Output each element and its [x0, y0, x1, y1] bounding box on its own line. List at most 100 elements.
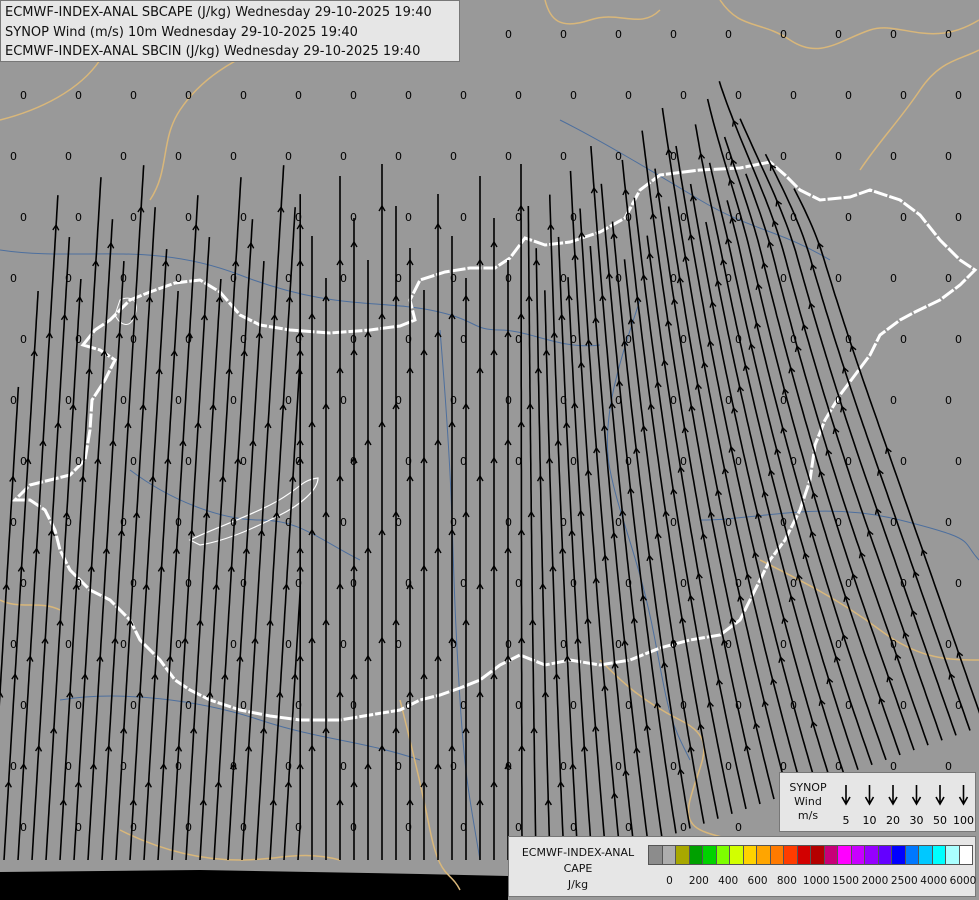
- weather-map: 0 0 0 0 0 0 0 0 0 0 0 0 0 0 0 0 0 0 0 0 0 0 0 0 0 0 0 0 0 0 0 0 0 0 0 0 0 0 0 0…: [0, 0, 979, 900]
- cape-value-label: 0: [295, 821, 302, 834]
- title-line-sbcape: ECMWF-INDEX-ANAL SBCAPE (J/kg) Wednesday…: [5, 5, 432, 20]
- cape-value-label: 0: [350, 821, 357, 834]
- cape-value-label: 0: [395, 150, 402, 163]
- cape-legend-unit: J/kg: [567, 878, 589, 891]
- cape-value-label: 0: [890, 28, 897, 41]
- cape-value-label: 0: [570, 455, 577, 468]
- cape-color-swatch: [756, 845, 771, 865]
- cape-value-label: 0: [670, 760, 677, 773]
- cape-value-label: 0: [725, 394, 732, 407]
- cape-tick-label: 400: [718, 875, 739, 887]
- cape-value-label: 0: [680, 455, 687, 468]
- cape-value-label: 0: [725, 28, 732, 41]
- cape-value-label: 0: [505, 150, 512, 163]
- cape-color-swatch: [742, 845, 757, 865]
- cape-value-label: 0: [615, 638, 622, 651]
- cape-value-label: 0: [560, 516, 567, 529]
- cape-value-label: 0: [230, 272, 237, 285]
- cape-value-label: 0: [75, 333, 82, 346]
- cape-value-label: 0: [75, 455, 82, 468]
- cape-value-label: 0: [900, 455, 907, 468]
- cape-value-label: 0: [350, 577, 357, 590]
- cape-value-label: 0: [75, 211, 82, 224]
- cape-tick-label: 2500: [890, 875, 918, 887]
- cape-value-label: 0: [735, 333, 742, 346]
- cape-value-label: 0: [955, 211, 962, 224]
- cape-value-label: 0: [900, 699, 907, 712]
- cape-value-label: 0: [175, 394, 182, 407]
- cape-value-label: 0: [340, 272, 347, 285]
- cape-value-label: 0: [65, 638, 72, 651]
- cape-value-label: 0: [450, 394, 457, 407]
- cape-value-label: 0: [285, 394, 292, 407]
- cape-value-label: 0: [515, 455, 522, 468]
- wind-legend-speed: 20: [886, 814, 900, 827]
- cape-value-label: 0: [10, 394, 17, 407]
- cape-value-label: 0: [75, 89, 82, 102]
- cape-value-label: 0: [780, 516, 787, 529]
- cape-value-label: 0: [120, 638, 127, 651]
- cape-color-swatch: [810, 845, 825, 865]
- cape-tick-label: 6000: [949, 875, 977, 887]
- cape-value-label: 0: [65, 394, 72, 407]
- wind-legend-speed: 5: [843, 814, 850, 827]
- cape-color-swatch: [877, 845, 892, 865]
- cape-tick-label: 0: [666, 875, 673, 887]
- cape-value-label: 0: [835, 638, 842, 651]
- cape-value-label: 0: [340, 394, 347, 407]
- cape-value-label: 0: [350, 211, 357, 224]
- cape-color-swatch: [823, 845, 838, 865]
- cape-value-label: 0: [460, 211, 467, 224]
- cape-value-label: 0: [20, 699, 27, 712]
- cape-value-label: 0: [175, 150, 182, 163]
- cape-value-label: 0: [570, 333, 577, 346]
- cape-value-label: 0: [625, 211, 632, 224]
- wind-legend-title-wind: Wind: [794, 795, 822, 808]
- cape-value-label: 0: [845, 211, 852, 224]
- cape-color-swatch: [931, 845, 946, 865]
- cape-value-label: 0: [350, 455, 357, 468]
- cape-value-label: 0: [185, 455, 192, 468]
- cape-value-label: 0: [350, 89, 357, 102]
- cape-value-label: 0: [790, 699, 797, 712]
- map-background: [0, 0, 979, 900]
- cape-value-label: 0: [900, 89, 907, 102]
- cape-value-label: 0: [945, 150, 952, 163]
- title-line-sbcin: ECMWF-INDEX-ANAL SBCIN (J/kg) Wednesday …: [5, 44, 421, 59]
- cape-value-label: 0: [240, 577, 247, 590]
- cape-value-label: 0: [65, 272, 72, 285]
- cape-value-label: 0: [350, 333, 357, 346]
- cape-value-label: 0: [285, 516, 292, 529]
- cape-value-label: 0: [680, 333, 687, 346]
- cape-value-label: 0: [10, 760, 17, 773]
- cape-value-label: 0: [625, 333, 632, 346]
- cape-value-label: 0: [790, 333, 797, 346]
- cape-value-label: 0: [945, 272, 952, 285]
- cape-value-label: 0: [130, 821, 137, 834]
- wind-legend-arrow: [935, 785, 945, 806]
- cape-value-label: 0: [130, 89, 137, 102]
- cape-color-swatch: [769, 845, 784, 865]
- cape-color-swatch: [945, 845, 960, 865]
- cape-value-label: 0: [780, 394, 787, 407]
- cape-color-swatch: [715, 845, 730, 865]
- map-edge-strip: [0, 870, 508, 900]
- cape-legend-title-source: ECMWF-INDEX-ANAL: [521, 846, 635, 859]
- cape-value-label: 0: [945, 394, 952, 407]
- cape-value-label: 0: [395, 516, 402, 529]
- cape-value-label: 0: [505, 516, 512, 529]
- cape-value-label: 0: [560, 394, 567, 407]
- cape-color-swatch: [783, 845, 798, 865]
- cape-value-label: 0: [450, 760, 457, 773]
- cape-value-label: 0: [120, 760, 127, 773]
- wind-legend-speed: 50: [933, 814, 947, 827]
- cape-value-label: 0: [890, 150, 897, 163]
- cape-value-label: 0: [790, 89, 797, 102]
- cape-value-label: 0: [295, 699, 302, 712]
- cape-value-label: 0: [130, 333, 137, 346]
- cape-value-label: 0: [835, 394, 842, 407]
- cape-value-label: 0: [120, 394, 127, 407]
- cape-value-label: 0: [450, 272, 457, 285]
- cape-value-label: 0: [670, 272, 677, 285]
- cape-value-label: 0: [725, 638, 732, 651]
